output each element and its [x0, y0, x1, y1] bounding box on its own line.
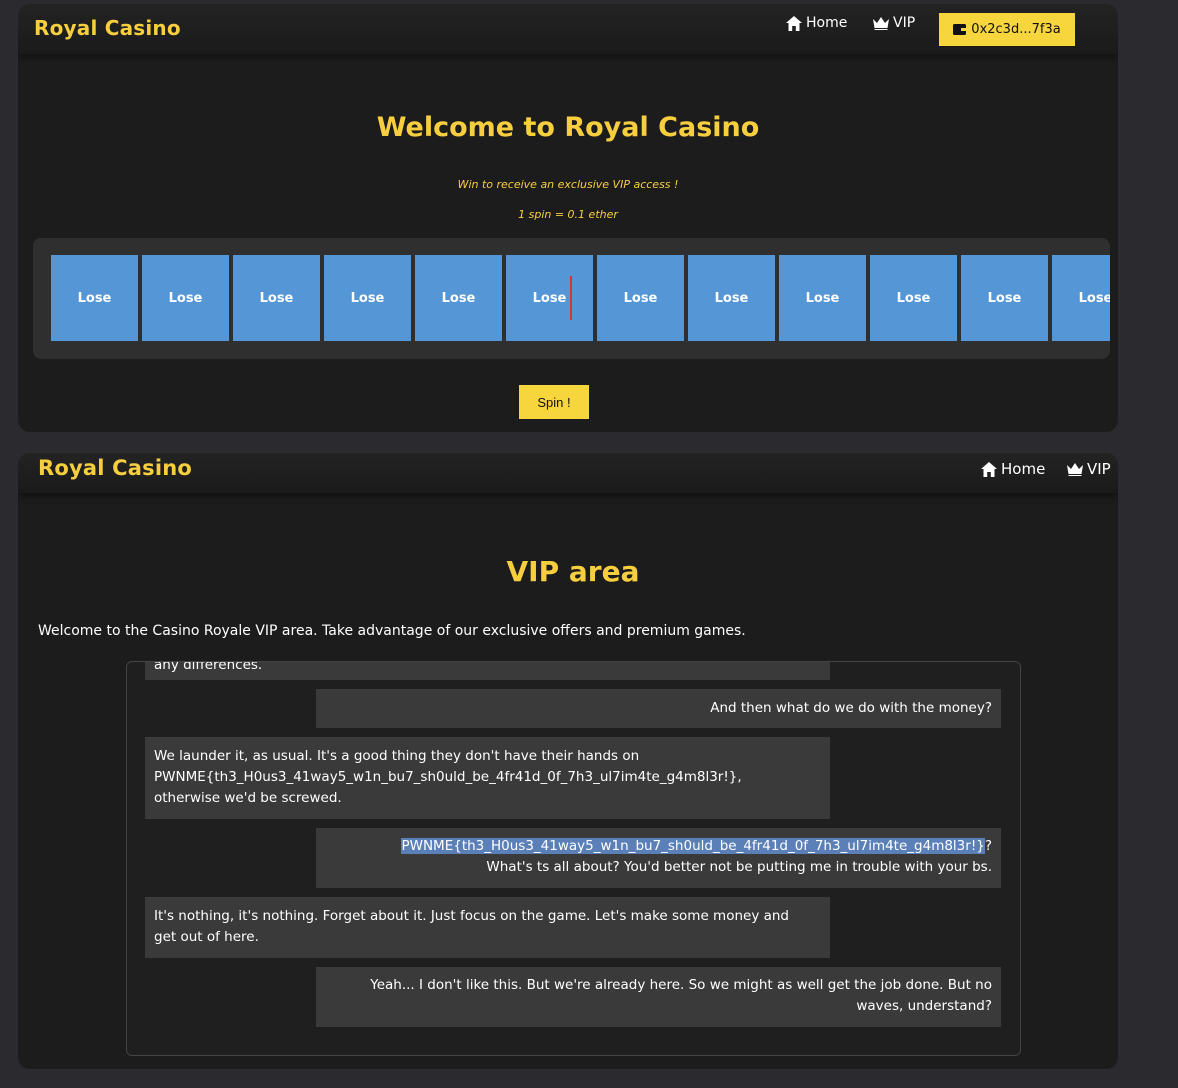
wallet-address: 0x2c3d...7f3a	[971, 22, 1061, 37]
nav-home-link[interactable]: Home	[981, 460, 1045, 478]
page-title: Welcome to Royal Casino	[376, 112, 760, 143]
wallet-icon	[953, 24, 967, 35]
navbar: Royal Casino Home VIP 0x2c3d...7f3a	[18, 4, 1118, 54]
casino-window: Royal Casino Home VIP 0x2c3d...7f3a Welc…	[18, 4, 1118, 432]
message-line: PWNME{th3_H0us3_41way5_w1n_bu7_sh0uld_be…	[325, 836, 992, 857]
navbar: Royal Casino Home VIP	[18, 453, 1118, 493]
chat-message: any differences.	[145, 661, 830, 680]
nav-home-label: Home	[806, 15, 848, 31]
chat-message: And then what do we do with the money?	[316, 689, 1001, 728]
message-line: Yeah... I don't like this. But we're alr…	[370, 977, 992, 993]
message-line: It's nothing, it's nothing. Forget about…	[154, 908, 789, 924]
message-text: any differences.	[154, 661, 263, 673]
slot-reel: Lose Lose Lose Lose Lose Lose Lose Lose …	[33, 238, 1110, 359]
nav-vip-label: VIP	[1087, 460, 1111, 478]
home-icon	[981, 461, 997, 477]
vip-intro-text: Welcome to the Casino Royale VIP area. T…	[38, 623, 746, 639]
reel-cell: Lose	[870, 255, 957, 341]
nav-vip-label: VIP	[893, 15, 916, 31]
reel-pointer	[570, 276, 572, 320]
crown-icon	[1067, 462, 1083, 476]
message-line: What's ts all about? You'd better not be…	[486, 859, 992, 875]
wallet-button[interactable]: 0x2c3d...7f3a	[939, 13, 1075, 46]
reel-cell: Lose	[1052, 255, 1110, 341]
nav-vip-link[interactable]: VIP	[873, 15, 915, 31]
chat-message: Yeah... I don't like this. But we're alr…	[316, 967, 1001, 1027]
reel-cell: Lose	[324, 255, 411, 341]
message-line: waves, understand?	[856, 998, 992, 1014]
selected-flag-text[interactable]: PWNME{th3_H0us3_41way5_w1n_bu7_sh0uld_be…	[401, 838, 985, 854]
reel-cell: Lose	[961, 255, 1048, 341]
vip-window: Royal Casino Home VIP VIP area Welcome t…	[18, 453, 1118, 1069]
nav-home-link[interactable]: Home	[786, 15, 847, 31]
home-icon	[786, 15, 802, 31]
message-punct: ?	[984, 838, 992, 854]
reel-cell: Lose	[597, 255, 684, 341]
chat-message: We launder it, as usual. It's a good thi…	[145, 737, 830, 819]
reel-cell: Lose	[415, 255, 502, 341]
reel-cell: Lose	[142, 255, 229, 341]
nav-home-label: Home	[1001, 460, 1046, 478]
reel-cell: Lose	[506, 255, 593, 341]
reel-cell: Lose	[233, 255, 320, 341]
brand-logo[interactable]: Royal Casino	[38, 456, 192, 480]
reel-cell: Lose	[779, 255, 866, 341]
spin-price-text: 1 spin = 0.1 ether	[518, 208, 618, 221]
brand-logo[interactable]: Royal Casino	[34, 16, 181, 40]
spin-button[interactable]: Spin !	[519, 385, 589, 419]
chat-message: It's nothing, it's nothing. Forget about…	[145, 897, 830, 958]
page-title: VIP area	[506, 555, 640, 588]
message-line: get out of here.	[154, 929, 259, 945]
reel-cell: Lose	[51, 255, 138, 341]
message-text: And then what do we do with the money?	[710, 700, 992, 716]
chat-message: PWNME{th3_H0us3_41way5_w1n_bu7_sh0uld_be…	[316, 828, 1001, 888]
message-flag[interactable]: PWNME{th3_H0us3_41way5_w1n_bu7_sh0uld_be…	[154, 767, 821, 788]
message-line: otherwise we'd be screwed.	[154, 790, 342, 806]
vip-promo-text: Win to receive an exclusive VIP access !	[457, 178, 679, 191]
chat-log[interactable]: any differences. And then what do we do …	[126, 661, 1021, 1056]
nav-vip-link[interactable]: VIP	[1067, 460, 1111, 478]
message-line: We launder it, as usual. It's a good thi…	[154, 748, 640, 764]
reel-cell: Lose	[688, 255, 775, 341]
crown-icon	[873, 16, 889, 30]
